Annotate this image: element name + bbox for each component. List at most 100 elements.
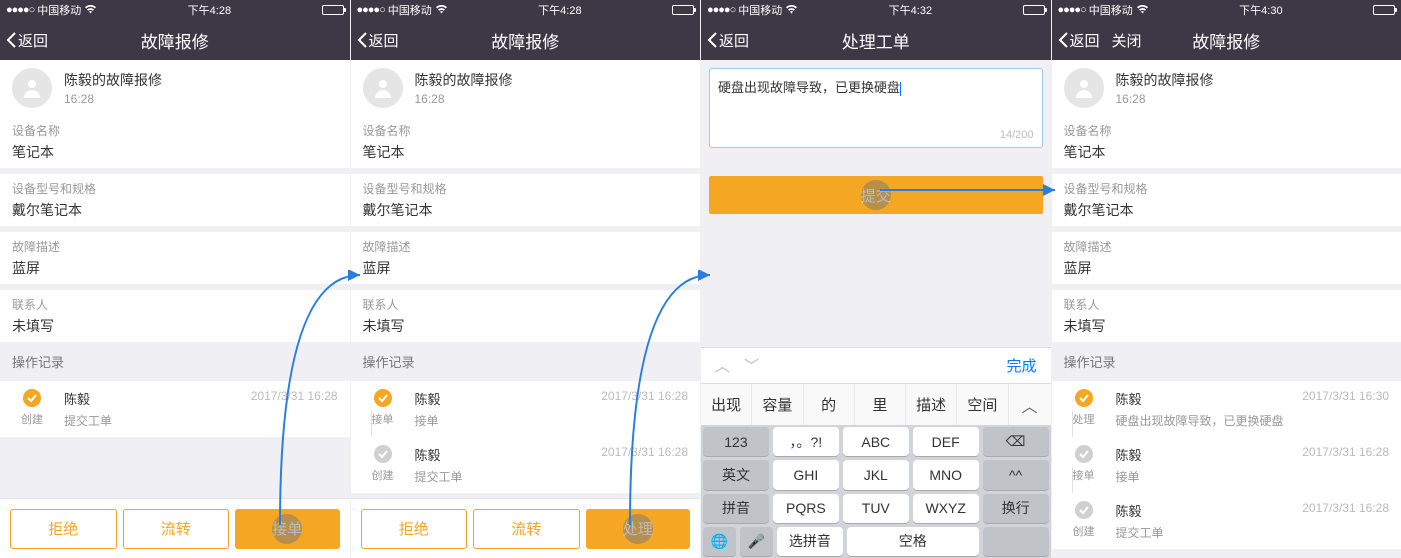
key[interactable]: ^^ bbox=[983, 460, 1049, 489]
wifi-icon bbox=[785, 4, 798, 17]
forward-button[interactable]: 流转 bbox=[473, 509, 580, 549]
log-item: 处理 陈毅2017/3/31 16:30 硬盘出现故障导致，已更换硬盘 bbox=[1052, 381, 1401, 437]
return-key[interactable]: 换行 bbox=[983, 494, 1049, 523]
reject-button[interactable]: 拒绝 bbox=[10, 509, 117, 549]
log-sub: 提交工单 bbox=[64, 412, 338, 429]
carrier: 中国移动 bbox=[388, 2, 432, 18]
signal-icon: ●●●●○ bbox=[707, 4, 735, 16]
log-item: 创建 陈毅2017/3/31 16:28 提交工单 bbox=[1052, 493, 1401, 549]
chevron-down-icon[interactable]: ﹀ bbox=[744, 355, 759, 376]
ticket-title: 陈毅的故障报修 bbox=[415, 70, 513, 90]
check-icon bbox=[374, 389, 392, 407]
nav-bar: 返回 故障报修 bbox=[0, 20, 350, 60]
backspace-key[interactable]: ⌫ bbox=[983, 427, 1049, 456]
log-tag: 接单 bbox=[372, 411, 394, 427]
key[interactable]: 拼音 bbox=[703, 494, 769, 523]
signal-icon: ●●●●○ bbox=[1058, 4, 1086, 16]
key[interactable]: PQRS bbox=[773, 494, 839, 523]
battery-icon bbox=[1023, 5, 1045, 15]
user-header: 陈毅的故障报修 16:28 bbox=[351, 60, 701, 116]
accept-button[interactable]: 接单 bbox=[235, 509, 340, 549]
back-button[interactable]: 返回 bbox=[1052, 30, 1106, 51]
section-header: 操作记录 bbox=[1052, 342, 1401, 381]
log-item: 创建 陈毅2017/3/31 16:28 提交工单 bbox=[351, 437, 701, 493]
bottom-bar: 拒绝 流转 处理 bbox=[351, 498, 701, 558]
battery-icon bbox=[672, 5, 694, 15]
candidate[interactable]: 出现 bbox=[701, 384, 752, 425]
chevron-up-icon[interactable]: ︿ bbox=[715, 355, 730, 376]
row-contact: 联系人 未填写 bbox=[0, 290, 350, 342]
row-device-name: 设备名称 笔记本 bbox=[0, 116, 350, 168]
key[interactable]: WXYZ bbox=[913, 494, 979, 523]
screen-4: ●●●●○ 中国移动 下午4:30 返回 关闭 故障报修 陈毅的故障报修 16:… bbox=[1052, 0, 1401, 558]
clock: 下午4:30 bbox=[1239, 2, 1282, 18]
back-button[interactable]: 返回 bbox=[701, 30, 755, 51]
key[interactable]: 选拼音 bbox=[777, 527, 843, 556]
clock: 下午4:32 bbox=[889, 2, 932, 18]
forward-button[interactable]: 流转 bbox=[123, 509, 230, 549]
user-header: 陈毅的故障报修 16:28 bbox=[0, 60, 350, 116]
key[interactable]: DEF bbox=[913, 427, 979, 456]
close-button[interactable]: 关闭 bbox=[1106, 30, 1148, 51]
expand-candidates-icon[interactable]: ︿ bbox=[1009, 393, 1051, 417]
status-bar: ●●●●○ 中国移动 下午4:28 bbox=[351, 0, 701, 20]
key[interactable]: JKL bbox=[843, 460, 909, 489]
ticket-title: 陈毅的故障报修 bbox=[1116, 70, 1214, 90]
key[interactable] bbox=[983, 527, 1049, 556]
key[interactable]: 123 bbox=[703, 427, 769, 456]
screen-2: ●●●●○ 中国移动 下午4:28 返回 故障报修 陈毅的故障报修 16:28 … bbox=[351, 0, 701, 558]
globe-key[interactable]: 🌐 bbox=[703, 527, 736, 556]
battery-icon bbox=[322, 5, 344, 15]
keyboard: 123 ，。?! ABC DEF ⌫ 英文 GHI JKL MNO ^^ 拼音 … bbox=[701, 425, 1051, 558]
clock: 下午4:28 bbox=[538, 2, 581, 18]
signal-icon: ●●●●○ bbox=[357, 4, 385, 16]
keyboard-accessory: ︿ ﹀ 完成 bbox=[701, 347, 1051, 383]
status-bar: ●●●●○ 中国移动 下午4:32 bbox=[701, 0, 1051, 20]
ticket-time: 16:28 bbox=[415, 92, 513, 106]
avatar bbox=[12, 68, 52, 108]
log-tag: 创建 bbox=[1073, 523, 1095, 539]
nav-bar: 返回 处理工单 bbox=[701, 20, 1051, 60]
wifi-icon bbox=[435, 4, 448, 17]
log-tag: 处理 bbox=[1073, 411, 1095, 427]
carrier: 中国移动 bbox=[37, 2, 81, 18]
avatar bbox=[363, 68, 403, 108]
avatar bbox=[1064, 68, 1104, 108]
candidate[interactable]: 空间 bbox=[957, 384, 1008, 425]
key[interactable]: ABC bbox=[843, 427, 909, 456]
space-key[interactable]: 空格 bbox=[847, 527, 979, 556]
key[interactable]: ，。?! bbox=[773, 427, 839, 456]
status-bar: ●●●●○ 中国移动 下午4:28 bbox=[0, 0, 350, 20]
check-icon bbox=[374, 445, 392, 463]
clock: 下午4:28 bbox=[188, 2, 231, 18]
key[interactable]: GHI bbox=[773, 460, 839, 489]
key[interactable]: MNO bbox=[913, 460, 979, 489]
done-button[interactable]: 完成 bbox=[1006, 355, 1036, 376]
log-tag: 创建 bbox=[21, 411, 43, 427]
key[interactable]: 英文 bbox=[703, 460, 769, 489]
log-name: 陈毅 bbox=[64, 389, 90, 408]
check-icon bbox=[1075, 389, 1093, 407]
candidate[interactable]: 描述 bbox=[906, 384, 957, 425]
candidate[interactable]: 容量 bbox=[752, 384, 803, 425]
section-header: 操作记录 bbox=[351, 342, 701, 381]
nav-bar: 返回 故障报修 bbox=[351, 20, 701, 60]
reject-button[interactable]: 拒绝 bbox=[361, 509, 468, 549]
bottom-bar: 拒绝 流转 接单 bbox=[0, 498, 350, 558]
wifi-icon bbox=[84, 4, 97, 17]
check-icon bbox=[1075, 445, 1093, 463]
status-bar: ●●●●○ 中国移动 下午4:30 bbox=[1052, 0, 1401, 20]
candidate[interactable]: 里 bbox=[855, 384, 906, 425]
log-item: 创建 陈毅 2017/3/31 16:28 提交工单 bbox=[0, 381, 350, 437]
key[interactable]: TUV bbox=[843, 494, 909, 523]
back-button[interactable]: 返回 bbox=[351, 30, 405, 51]
submit-button[interactable]: 提交 bbox=[709, 176, 1043, 214]
solution-textarea[interactable]: 硬盘出现故障导致，已更换硬盘 14/200 bbox=[709, 68, 1043, 148]
process-button[interactable]: 处理 bbox=[586, 509, 691, 549]
ticket-time: 16:28 bbox=[1116, 92, 1214, 106]
back-button[interactable]: 返回 bbox=[0, 30, 54, 51]
candidate[interactable]: 的 bbox=[804, 384, 855, 425]
mic-key[interactable]: 🎤 bbox=[740, 527, 773, 556]
candidate-bar: 出现 容量 的 里 描述 空间 ︿ bbox=[701, 383, 1051, 425]
log-tag: 创建 bbox=[372, 467, 394, 483]
